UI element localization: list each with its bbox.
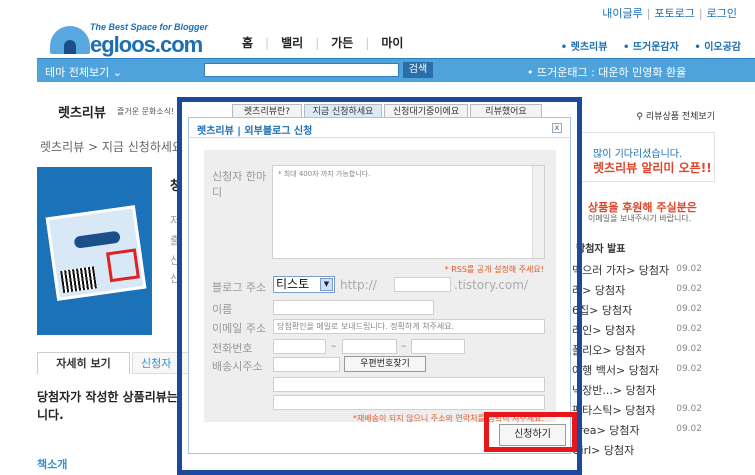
- book-cover: [45, 205, 147, 301]
- winner-date: 09.02: [676, 264, 702, 274]
- phone-separator: –: [401, 339, 407, 352]
- nav-home[interactable]: 홈: [230, 36, 265, 50]
- winner-title: 먹으러 가자> 당첨자: [572, 264, 670, 277]
- logo-name: egloos.com: [90, 32, 203, 57]
- chevron-down-icon: ⌄: [112, 66, 122, 79]
- product-image: [37, 167, 152, 335]
- email-label: 이메일 주소: [212, 322, 267, 335]
- winner-list-item[interactable]: 폴리오> 당첨자 09.02: [572, 342, 702, 358]
- nav-valley[interactable]: 밸리: [269, 36, 315, 50]
- phone-input-1[interactable]: [273, 339, 326, 354]
- sub-nav-250[interactable]: • 이오공감: [694, 42, 741, 53]
- email-input[interactable]: 당첨확인을 메일로 보내드립니다. 정확하게 쳐주세요.: [273, 319, 545, 334]
- tab-detail-view[interactable]: 자세히 보기: [37, 352, 130, 374]
- nav-my[interactable]: 마이: [369, 36, 415, 50]
- egloos-logo[interactable]: The Best Space for Blogger egloos.com: [50, 10, 210, 57]
- search-icon: ⚲: [636, 112, 644, 122]
- winner-date: 09.02: [676, 344, 702, 354]
- winner-title: 여행 백서> 당첨자: [572, 364, 660, 377]
- phone-input-3[interactable]: [411, 339, 465, 354]
- dialog-header: 렛츠리뷰 | 외부블로그 신청 x: [189, 118, 570, 138]
- checkbox-icon: [106, 248, 140, 283]
- book-intro-heading: 책소개: [37, 458, 68, 471]
- sponsor-banner[interactable]: 상품을 후원해 주실분은 이메일을 보내주시기 바랍니다.: [580, 193, 715, 231]
- zipcode-search-button[interactable]: 우편번호찾기: [344, 356, 426, 372]
- comment-placeholder: * 최대 400자 까지 가능합니다.: [278, 170, 371, 178]
- rss-note: * RSS를 공개 설정해 주세요!: [444, 265, 544, 274]
- winner-title: 판타스틱> 당첨자: [572, 404, 656, 417]
- photolog-link[interactable]: 포토로그: [650, 7, 698, 20]
- login-link[interactable]: 로그인: [703, 7, 741, 20]
- banner-line: 많이 기다리셨습니다.: [593, 149, 683, 160]
- address-input[interactable]: [273, 377, 545, 392]
- address-detail-input[interactable]: [273, 395, 545, 410]
- apply-dialog: 렛츠리뷰 | 외부블로그 신청 x 신청자 한마디 * 최대 400자 까지 가…: [188, 117, 571, 454]
- winner-date: 09.02: [676, 364, 702, 374]
- winner-list-item[interactable]: 여행 백서> 당첨자 09.02: [572, 362, 702, 378]
- winner-list-item[interactable]: 라인> 당첨자 09.02: [572, 322, 702, 338]
- winner-list-item[interactable]: 6집> 당첨자 09.02: [572, 302, 702, 318]
- banner-line: 이메일을 보내주시기 바랍니다.: [588, 214, 692, 223]
- textarea-scrollbar[interactable]: [532, 166, 544, 258]
- winners-heading: 당첨자 발표: [576, 244, 626, 255]
- winner-list-item[interactable]: Girl> 당첨자: [572, 442, 702, 458]
- banner-line: 렛츠리뷰 알리미 오픈!!: [593, 161, 712, 175]
- winner-list-item[interactable]: 넉장반...> 당첨자: [572, 382, 702, 398]
- phone-label: 전화번호: [212, 342, 253, 355]
- top-links: 내이글루 | 포토로그 | 로그인: [598, 5, 741, 21]
- winner-list-item[interactable]: 라> 당첨자 09.02: [572, 282, 702, 298]
- logo-tagline: The Best Space for Blogger: [90, 22, 209, 32]
- nav-garden[interactable]: 가든: [319, 36, 365, 50]
- search-bar: 테마 전체보기 ⌄ 검색 • 뜨거운태그 : 대운하 민영화 환율: [37, 58, 755, 82]
- hot-tags[interactable]: • 뜨거운태그 : 대운하 민영화 환율: [527, 64, 686, 80]
- my-igloo-link[interactable]: 내이글루: [598, 7, 646, 20]
- comment-label: 신청자 한마디: [212, 170, 267, 199]
- address-label: 배송시주소: [212, 360, 263, 373]
- winner-list-item[interactable]: 먹으러 가자> 당첨자 09.02: [572, 262, 702, 278]
- sub-nav-hotpotato[interactable]: • 뜨거운감자: [623, 42, 679, 53]
- notifier-banner[interactable]: 많이 기다리셨습니다. 렛츠리뷰 알리미 오픈!!: [580, 132, 715, 182]
- close-icon[interactable]: x: [552, 123, 562, 133]
- winner-list-item[interactable]: orea> 당첨자 09.02: [572, 422, 702, 438]
- blog-label: 블로그 주소: [212, 281, 267, 294]
- winner-date: 09.02: [676, 304, 702, 314]
- page-title: 렛츠리뷰: [58, 106, 106, 121]
- winner-date: 09.02: [676, 324, 702, 334]
- chevron-down-icon: ▼: [320, 278, 333, 291]
- dialog-title: 렛츠리뷰 | 외부블로그 신청: [197, 126, 313, 137]
- name-input[interactable]: [273, 300, 434, 315]
- breadcrumb: 렛츠리뷰 > 지금 신청하세요: [40, 140, 183, 154]
- winner-title: 넉장반...> 당첨자: [572, 384, 656, 397]
- main-nav: 홈 | 밸리 | 가든 | 마이: [230, 34, 415, 51]
- zipcode-input[interactable]: [273, 357, 340, 372]
- blog-id-input[interactable]: [394, 277, 451, 292]
- winner-title: orea> 당첨자: [572, 424, 640, 437]
- highlight-box-red: [484, 412, 577, 452]
- winner-date: 09.02: [676, 424, 702, 434]
- winner-title: 폴리오> 당첨자: [572, 344, 646, 357]
- airplane-icon: [73, 230, 121, 249]
- winner-list-item[interactable]: 판타스틱> 당첨자 09.02: [572, 402, 702, 418]
- igloo-logo-icon: [50, 26, 90, 54]
- dialog-form: 신청자 한마디 * 최대 400자 까지 가능합니다. * RSS를 공개 설정…: [204, 150, 556, 423]
- barcode-icon: [60, 266, 97, 293]
- comment-textarea[interactable]: * 최대 400자 까지 가능합니다.: [272, 165, 545, 259]
- sub-nav-letsreview[interactable]: • 렛츠리뷰: [561, 42, 608, 53]
- search-button[interactable]: 검색: [403, 62, 433, 78]
- blog-type-select[interactable]: 티스토 ▼: [273, 276, 335, 293]
- name-label: 이름: [212, 303, 233, 316]
- body-text: 당첨자가 작성한 상품리뷰는 니다.: [37, 390, 178, 422]
- phone-input-2[interactable]: [342, 339, 397, 354]
- blog-url-prefix: http://: [340, 278, 377, 292]
- phone-separator: –: [331, 339, 337, 352]
- winner-date: 09.02: [676, 284, 702, 294]
- sub-nav: • 렛츠리뷰 • 뜨거운감자 • 이오공감: [549, 38, 741, 53]
- search-input[interactable]: [204, 63, 399, 77]
- winner-date: 09.02: [676, 404, 702, 414]
- page-subtitle: 즐거운 문화소식!: [117, 107, 175, 116]
- blog-url-suffix: .tistory.com/: [454, 278, 528, 292]
- theme-dropdown[interactable]: 테마 전체보기 ⌄: [45, 64, 122, 80]
- all-reviews-link[interactable]: ⚲ 리뷰상품 전체보기: [636, 109, 715, 122]
